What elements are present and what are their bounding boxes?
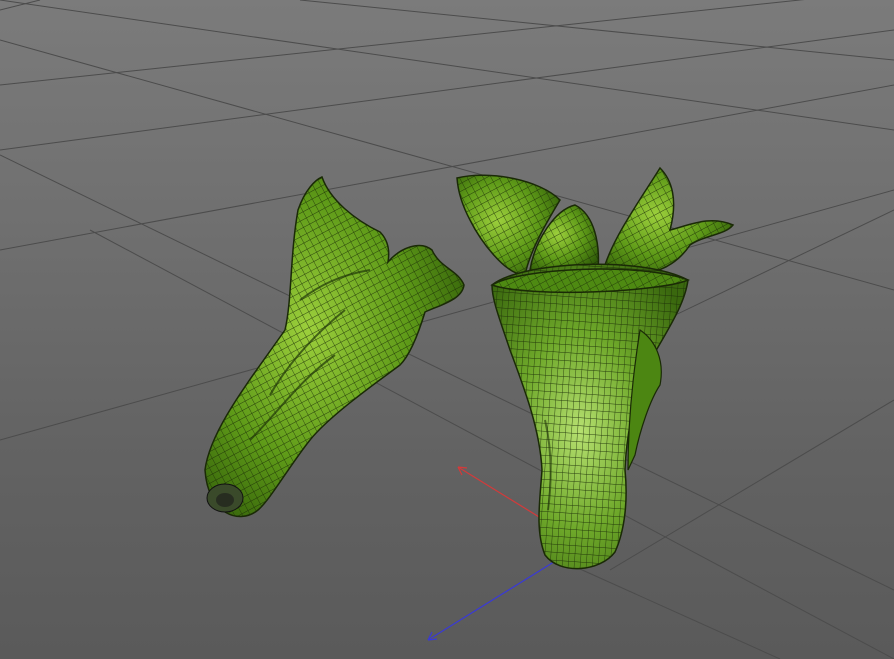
pitcher-plant-right[interactable] (456, 166, 735, 570)
3d-viewport[interactable] (0, 0, 894, 659)
pitcher-plant-left[interactable] (204, 175, 465, 518)
ground-grid (0, 0, 894, 659)
viewport-canvas[interactable] (0, 0, 894, 659)
z-axis-line (427, 559, 558, 641)
axis-gizmo (427, 466, 558, 641)
